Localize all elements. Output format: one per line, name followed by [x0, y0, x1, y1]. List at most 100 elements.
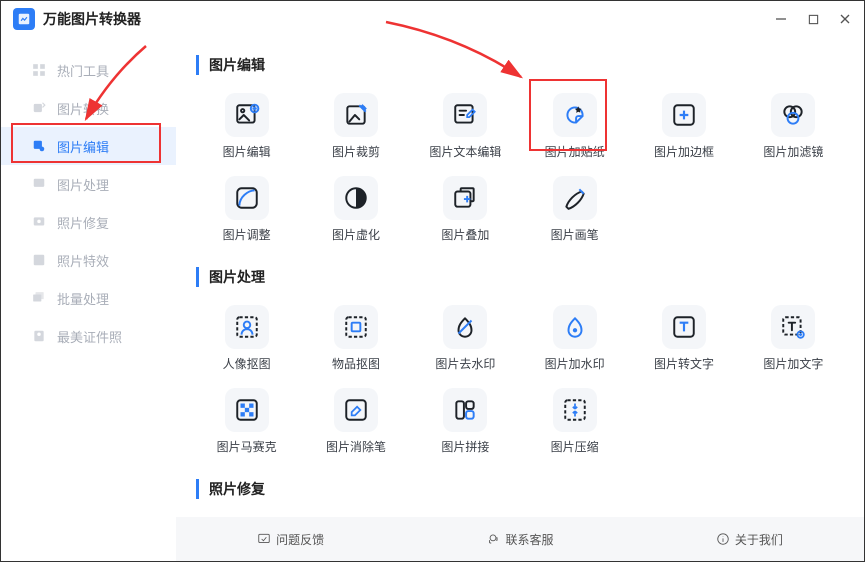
stitch-icon: [443, 388, 487, 432]
title-bar: 万能图片转换器: [1, 1, 864, 37]
sidebar-item-batch[interactable]: 批量处理: [1, 279, 176, 317]
sidebar-item-edit[interactable]: 图片编辑: [1, 127, 176, 165]
tool-label: 图片转文字: [654, 355, 714, 372]
close-button[interactable]: [838, 12, 852, 26]
tool-label: 图片调整: [223, 226, 271, 243]
sidebar-item-idphoto[interactable]: 最美证件照: [1, 317, 176, 355]
feedback-button[interactable]: 问题反馈: [257, 531, 324, 548]
edit-img-icon: [225, 93, 269, 137]
tool-label: 图片加滤镜: [763, 143, 823, 160]
repair-icon: [31, 215, 47, 229]
idphoto-icon: [31, 329, 47, 343]
tool-object-cut[interactable]: 物品抠图: [305, 301, 406, 378]
tool-label: 图片画笔: [551, 226, 599, 243]
tool-label: 图片加水印: [545, 355, 605, 372]
crop-icon: [334, 93, 378, 137]
tool-add-wm[interactable]: 图片加水印: [524, 301, 625, 378]
compress-icon: [553, 388, 597, 432]
sidebar-item-label: 照片特效: [57, 251, 109, 270]
tool-label: 图片虚化: [332, 226, 380, 243]
process-icon: [31, 177, 47, 191]
bottom-bar: 问题反馈 联系客服 关于我们: [176, 517, 864, 561]
section-title: 照片修复: [196, 479, 844, 499]
tool-label: 图片文本编辑: [429, 143, 501, 160]
tool-label: 人像抠图: [223, 355, 271, 372]
tool-label: 物品抠图: [332, 355, 380, 372]
tool-overlay[interactable]: 图片叠加: [415, 172, 516, 249]
overlay-icon: [443, 176, 487, 220]
blur-icon: [334, 176, 378, 220]
text-edit-icon: [443, 93, 487, 137]
tool-mosaic[interactable]: 图片马赛克: [196, 384, 297, 461]
sidebar-item-label: 照片修复: [57, 213, 109, 232]
sidebar-item-label: 图片处理: [57, 175, 109, 194]
edit-icon: [31, 139, 47, 153]
app-logo-icon: [13, 8, 35, 30]
app-title: 万能图片转换器: [43, 9, 141, 29]
tool-label: 图片裁剪: [332, 143, 380, 160]
feedback-label: 问题反馈: [276, 531, 324, 548]
tool-adjust[interactable]: 图片调整: [196, 172, 297, 249]
tool-person-cut[interactable]: 人像抠图: [196, 301, 297, 378]
batch-icon: [31, 291, 47, 305]
sidebar-item-repair[interactable]: 照片修复: [1, 203, 176, 241]
person-cut-icon: [225, 305, 269, 349]
tool-text-edit[interactable]: 图片文本编辑: [415, 89, 516, 166]
tool-label: 图片加边框: [654, 143, 714, 160]
content-area: 图片编辑图片编辑图片裁剪图片文本编辑图片加贴纸图片加边框图片加滤镜图片调整图片虚…: [176, 37, 864, 561]
sidebar-item-effect[interactable]: 照片特效: [1, 241, 176, 279]
sidebar-item-process[interactable]: 图片处理: [1, 165, 176, 203]
tool-blur[interactable]: 图片虚化: [305, 172, 406, 249]
ocr-icon: [662, 305, 706, 349]
maximize-button[interactable]: [806, 12, 820, 26]
tool-compress[interactable]: 图片压缩: [524, 384, 625, 461]
sidebar-item-label: 热门工具: [57, 61, 109, 80]
convert-icon: [31, 101, 47, 115]
brush-icon: [553, 176, 597, 220]
tool-label: 图片叠加: [441, 226, 489, 243]
section-title: 图片编辑: [196, 55, 844, 75]
sidebar: 热门工具图片转换图片编辑图片处理照片修复照片特效批量处理最美证件照: [1, 37, 176, 561]
add-text-icon: [771, 305, 815, 349]
remove-wm-icon: [443, 305, 487, 349]
section-title: 图片处理: [196, 267, 844, 287]
sidebar-item-convert[interactable]: 图片转换: [1, 89, 176, 127]
adjust-icon: [225, 176, 269, 220]
tool-label: 图片编辑: [223, 143, 271, 160]
hot-icon: [31, 63, 47, 77]
filter-icon: [771, 93, 815, 137]
effect-icon: [31, 253, 47, 267]
mosaic-icon: [225, 388, 269, 432]
tool-brush[interactable]: 图片画笔: [524, 172, 625, 249]
tool-remove-wm[interactable]: 图片去水印: [415, 301, 516, 378]
sidebar-item-label: 最美证件照: [57, 327, 122, 346]
about-button[interactable]: 关于我们: [716, 531, 783, 548]
contact-service-label: 联系客服: [505, 531, 553, 548]
about-label: 关于我们: [735, 531, 783, 548]
tool-grid: 图片编辑 图片裁剪 图片文本编辑 图片加贴纸图片加边框 图片加滤镜图片调整 图片虚化 图片叠…: [196, 89, 844, 249]
tool-grid: 人像抠图 物品抠图 图片去水印 图片加水印 图片转文字 图片加文字图片马赛克图片消除笔图片…: [196, 301, 844, 461]
tool-add-text[interactable]: 图片加文字: [743, 301, 844, 378]
tool-crop[interactable]: 图片裁剪: [305, 89, 406, 166]
tool-label: 图片拼接: [441, 438, 489, 455]
tool-border[interactable]: 图片加边框: [633, 89, 734, 166]
sticker-icon: [553, 93, 597, 137]
erase-icon: [334, 388, 378, 432]
tool-label: 图片加文字: [763, 355, 823, 372]
object-cut-icon: [334, 305, 378, 349]
add-wm-icon: [553, 305, 597, 349]
minimize-button[interactable]: [774, 12, 788, 26]
sidebar-item-label: 图片编辑: [57, 137, 109, 156]
tool-label: 图片压缩: [551, 438, 599, 455]
sidebar-item-hot[interactable]: 热门工具: [1, 51, 176, 89]
sidebar-item-label: 批量处理: [57, 289, 109, 308]
tool-ocr[interactable]: 图片转文字: [633, 301, 734, 378]
tool-sticker[interactable]: 图片加贴纸: [524, 89, 625, 166]
tool-filter[interactable]: 图片加滤镜: [743, 89, 844, 166]
contact-service-button[interactable]: 联系客服: [486, 531, 553, 548]
tool-label: 图片去水印: [435, 355, 495, 372]
tool-stitch[interactable]: 图片拼接: [415, 384, 516, 461]
tool-erase[interactable]: 图片消除笔: [305, 384, 406, 461]
border-icon: [662, 93, 706, 137]
tool-edit-img[interactable]: 图片编辑: [196, 89, 297, 166]
